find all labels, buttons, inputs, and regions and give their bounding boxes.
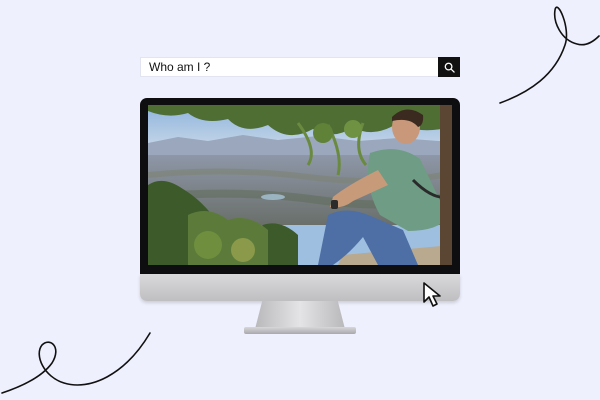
swirl-doodle-top-right — [499, 6, 600, 104]
monitor-stand — [255, 301, 345, 329]
desktop-monitor — [140, 98, 460, 338]
search-input[interactable] — [141, 58, 438, 76]
monitor-bezel — [140, 98, 460, 274]
screen-photo — [148, 105, 452, 265]
mouse-cursor-icon — [423, 282, 441, 307]
swirl-doodle-bottom-left — [1, 332, 151, 394]
monitor-chin — [140, 274, 460, 301]
search-bar — [140, 57, 460, 77]
monitor-screen — [148, 105, 452, 265]
search-icon — [444, 62, 455, 73]
monitor-base — [244, 327, 356, 334]
search-button[interactable] — [438, 57, 460, 77]
